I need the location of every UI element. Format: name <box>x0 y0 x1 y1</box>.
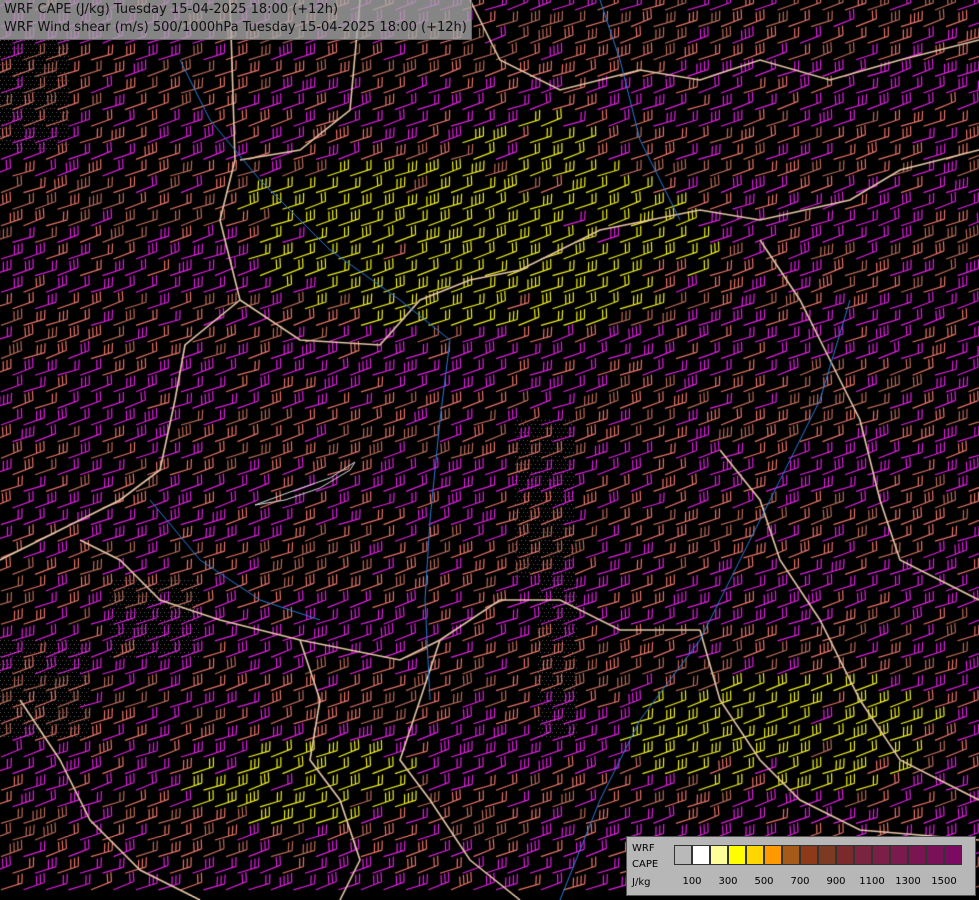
legend-param-label: CAPE <box>632 859 659 870</box>
legend-tick-label: 1300 <box>895 876 921 887</box>
map-title-box: WRF CAPE (J/kg) Tuesday 15-04-2025 18:00… <box>0 0 472 40</box>
wind-shear-barb-map <box>0 0 979 900</box>
legend-swatch <box>926 845 944 865</box>
legend-tick-label: 1100 <box>859 876 885 887</box>
legend-swatch <box>674 845 692 865</box>
legend-model-label: WRF <box>632 843 655 854</box>
legend-tick-label: 1500 <box>931 876 957 887</box>
wind-shear-title: WRF Wind shear (m/s) 500/1000hPa Tuesday… <box>4 20 467 35</box>
legend-swatch <box>710 845 728 865</box>
legend-tick-label: 300 <box>718 876 738 887</box>
legend-tick-label: 500 <box>754 876 774 887</box>
legend-swatch <box>764 845 782 865</box>
legend-swatch <box>800 845 818 865</box>
legend-swatch <box>908 845 926 865</box>
legend-color-scale <box>674 845 962 865</box>
legend-swatch <box>782 845 800 865</box>
legend-tick-label: 900 <box>826 876 846 887</box>
cape-legend: WRF CAPE J/kg 100 300 500 700 900 1100 1300 150… <box>626 836 976 896</box>
legend-swatch <box>692 845 710 865</box>
legend-swatch <box>746 845 764 865</box>
legend-tick-label: 100 <box>682 876 702 887</box>
legend-swatch <box>836 845 854 865</box>
legend-unit-label: J/kg <box>632 877 651 888</box>
legend-swatch <box>728 845 746 865</box>
legend-swatch <box>854 845 872 865</box>
legend-swatch <box>818 845 836 865</box>
legend-swatch <box>890 845 908 865</box>
cape-title: WRF CAPE (J/kg) Tuesday 15-04-2025 18:00… <box>4 2 339 17</box>
legend-swatch <box>872 845 890 865</box>
legend-tick-label: 700 <box>790 876 810 887</box>
legend-swatch <box>944 845 962 865</box>
